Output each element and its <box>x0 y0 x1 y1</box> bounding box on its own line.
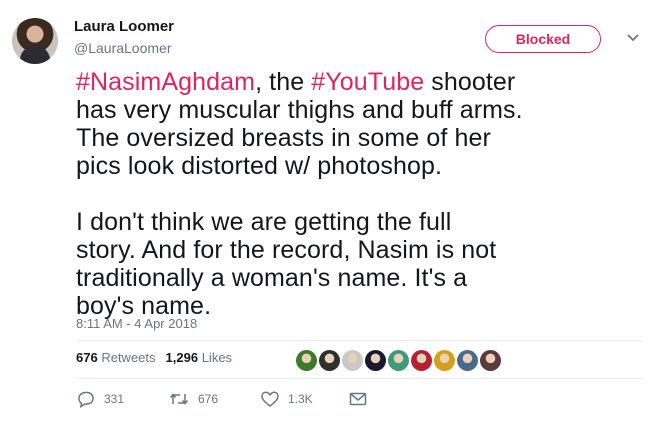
hashtag-link[interactable]: #NasimAghdam <box>76 68 255 96</box>
liker-avatar-3[interactable] <box>342 350 363 371</box>
like-count: 1.3K <box>288 392 313 406</box>
tweet-text-segment: shooter <box>424 68 516 96</box>
retweets-count: 676 <box>76 350 98 365</box>
divider <box>76 378 643 379</box>
reply-action[interactable]: 331 <box>76 390 124 408</box>
author-avatar[interactable] <box>12 18 58 64</box>
tweet-line: story. And for the record, Nasim is not <box>76 236 497 264</box>
retweets-label: Retweets <box>101 350 156 365</box>
liker-avatar-9[interactable] <box>480 350 501 371</box>
liker-avatar-8[interactable] <box>457 350 478 371</box>
blocked-button[interactable]: Blocked <box>485 25 601 53</box>
retweet-action[interactable]: 676 <box>168 390 218 408</box>
liker-avatars <box>296 350 501 371</box>
tweet-line: I don't think we are getting the full <box>76 208 452 236</box>
blocked-button-label: Blocked <box>515 31 571 47</box>
tweet-text-segment: , the <box>255 68 312 96</box>
tweet-line: #NasimAghdam, the #YouTube shooter <box>76 68 651 96</box>
like-action[interactable]: 1.3K <box>260 390 313 408</box>
chevron-down-icon[interactable] <box>624 28 642 46</box>
message-action[interactable] <box>348 390 368 408</box>
hashtag-link[interactable]: #YouTube <box>311 68 424 96</box>
likes-stat[interactable]: 1,296 Likes <box>166 350 233 365</box>
action-bar: 331 676 1.3K <box>76 390 396 410</box>
tweet-line: traditionally a woman's name. It's a <box>76 264 468 292</box>
liker-avatar-7[interactable] <box>434 350 455 371</box>
liker-avatar-2[interactable] <box>319 350 340 371</box>
liker-avatar-6[interactable] <box>411 350 432 371</box>
likes-count: 1,296 <box>165 350 199 365</box>
tweet-line: has very muscular thighs and buff arms. <box>76 96 523 124</box>
reply-icon <box>76 390 96 408</box>
envelope-icon <box>348 390 368 408</box>
tweet-timestamp[interactable]: 8:11 AM - 4 Apr 2018 <box>76 316 197 331</box>
liker-avatar-5[interactable] <box>388 350 409 371</box>
heart-icon <box>260 390 280 408</box>
likes-label: Likes <box>201 350 233 365</box>
author-handle[interactable]: @LauraLoomer <box>74 40 172 56</box>
engagement-stats: 676 Retweets 1,296 Likes <box>76 350 232 365</box>
author-name[interactable]: Laura Loomer <box>74 18 174 35</box>
liker-avatar-1[interactable] <box>296 350 317 371</box>
tweet-line: The oversized breasts in some of her <box>76 124 491 152</box>
divider <box>76 340 643 341</box>
retweets-stat[interactable]: 676 Retweets <box>76 350 156 365</box>
tweet-text: #NasimAghdam, the #YouTube shooter has ve… <box>76 68 651 320</box>
reply-count: 331 <box>104 392 125 406</box>
retweet-icon <box>168 390 190 408</box>
liker-avatar-4[interactable] <box>365 350 386 371</box>
retweet-count: 676 <box>198 392 219 406</box>
tweet-line: pics look distorted w/ photoshop. <box>76 152 443 180</box>
